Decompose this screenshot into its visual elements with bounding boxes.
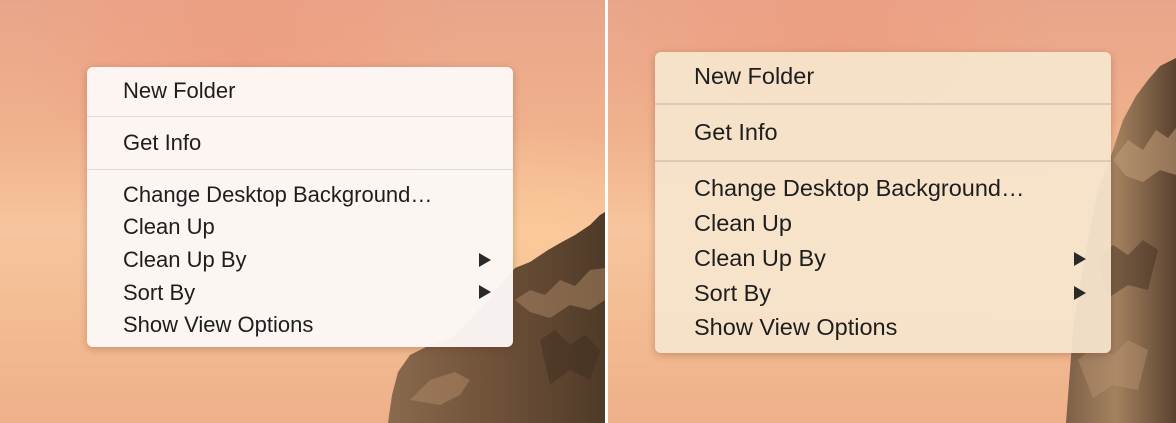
menu-item-get-info[interactable]: Get Info (655, 116, 1111, 148)
triangle-right-icon (479, 253, 491, 267)
menu-item-get-info[interactable]: Get Info (87, 127, 513, 157)
menu-separator (655, 160, 1111, 162)
menu-item-label: Get Info (123, 130, 202, 155)
menu-item-clean-up[interactable]: Clean Up (655, 208, 1111, 240)
menu-item-label: Change Desktop Background… (694, 175, 1025, 201)
menu-item-show-view-options[interactable]: Show View Options (87, 310, 513, 340)
menu-item-new-folder[interactable]: New Folder (87, 75, 513, 105)
context-menu: New Folder Get Info Change Desktop Backg… (87, 67, 513, 347)
desktop-panel-left: New Folder Get Info Change Desktop Backg… (0, 0, 605, 423)
menu-item-label: Sort By (123, 280, 196, 305)
menu-separator (655, 103, 1111, 105)
menu-item-change-desktop-background[interactable]: Change Desktop Background… (655, 173, 1111, 205)
menu-item-label: Show View Options (694, 314, 898, 340)
menu-item-label: Change Desktop Background… (123, 182, 433, 207)
menu-separator (87, 169, 513, 170)
triangle-right-icon (1074, 286, 1086, 300)
menu-item-label: New Folder (123, 78, 236, 103)
menu-item-label: New Folder (694, 63, 815, 89)
triangle-right-icon (1074, 252, 1086, 266)
menu-item-new-folder[interactable]: New Folder (655, 60, 1111, 92)
menu-item-show-view-options[interactable]: Show View Options (655, 312, 1111, 344)
menu-item-label: Clean Up By (123, 247, 247, 272)
triangle-right-icon (479, 285, 491, 299)
menu-item-clean-up[interactable]: Clean Up (87, 212, 513, 242)
menu-item-sort-by[interactable]: Sort By (87, 277, 513, 307)
menu-item-label: Clean Up By (694, 245, 826, 271)
menu-item-label: Show View Options (123, 312, 314, 337)
menu-item-label: Clean Up (694, 210, 792, 236)
menu-item-sort-by[interactable]: Sort By (655, 277, 1111, 309)
context-menu: New Folder Get Info Change Desktop Backg… (655, 52, 1111, 353)
menu-item-clean-up-by[interactable]: Clean Up By (655, 243, 1111, 275)
menu-separator (87, 116, 513, 117)
menu-item-label: Sort By (694, 280, 772, 306)
menu-item-clean-up-by[interactable]: Clean Up By (87, 245, 513, 275)
menu-item-label: Get Info (694, 119, 778, 145)
menu-item-label: Clean Up (123, 214, 215, 239)
desktop-panel-right: New Folder Get Info Change Desktop Backg… (608, 0, 1176, 423)
menu-item-change-desktop-background[interactable]: Change Desktop Background… (87, 180, 513, 210)
